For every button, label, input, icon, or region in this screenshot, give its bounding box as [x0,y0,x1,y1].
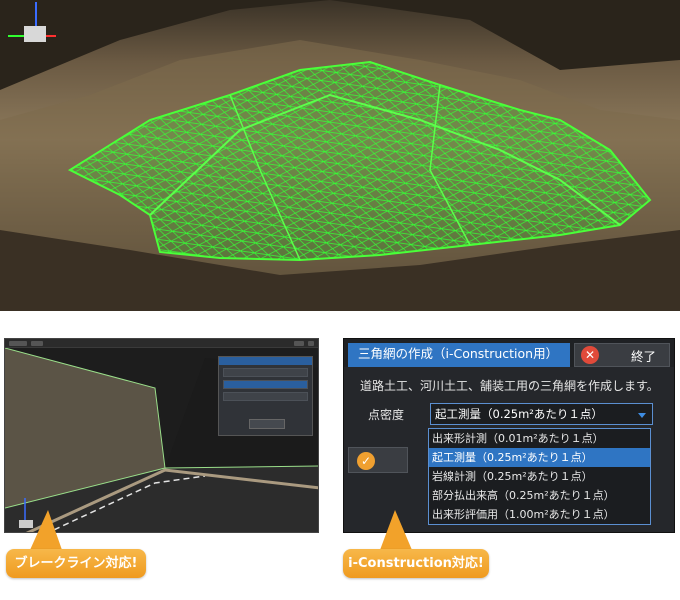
dialog-description: 道路土工、河川土工、舗装工用の三角網を作成します。 [360,379,659,393]
ok-button[interactable]: ✓ [348,447,408,473]
terrain-render [0,0,680,311]
close-icon: ✕ [581,346,599,364]
close-button[interactable]: ✕ 終了 [574,343,670,367]
mini-toolbar [5,339,318,348]
density-dropdown-list: 出来形計測（0.01m²あたり１点） 起工測量（0.25m²あたり１点） 岩線計… [428,428,651,525]
dropdown-option-selected[interactable]: 起工測量（0.25m²あたり１点） [429,448,650,467]
close-label: 終了 [631,348,657,364]
dialog-title-tab[interactable]: 三角網の作成（i-Construction用） [348,343,570,367]
mini-dialog-panel [218,356,313,436]
density-label: 点密度 [368,407,405,422]
density-row: 点密度 起工測量（0.25m²あたり１点） [344,401,674,427]
chevron-down-icon [638,413,646,418]
density-select[interactable]: 起工測量（0.25m²あたり１点） [430,403,653,425]
dialog-header: 三角網の作成（i-Construction用） ✕ 終了 [344,339,674,367]
dropdown-option[interactable]: 岩線計測（0.25m²あたり１点） [429,467,650,486]
dropdown-option[interactable]: 出来形評価用（1.00m²あたり１点） [429,505,650,524]
density-selected-value: 起工測量（0.25m²あたり１点） [435,407,603,421]
callout-breakline: ブレークライン対応! [6,549,146,578]
point-cloud-view[interactable] [0,0,680,311]
check-icon: ✓ [357,452,375,470]
dropdown-option[interactable]: 出来形計測（0.01m²あたり１点） [429,429,650,448]
dropdown-option[interactable]: 部分払出来高（0.25m²あたり１点） [429,486,650,505]
callout-iconstruction: i-Construction対応! [343,549,489,578]
axis-gizmo-icon [8,2,56,42]
